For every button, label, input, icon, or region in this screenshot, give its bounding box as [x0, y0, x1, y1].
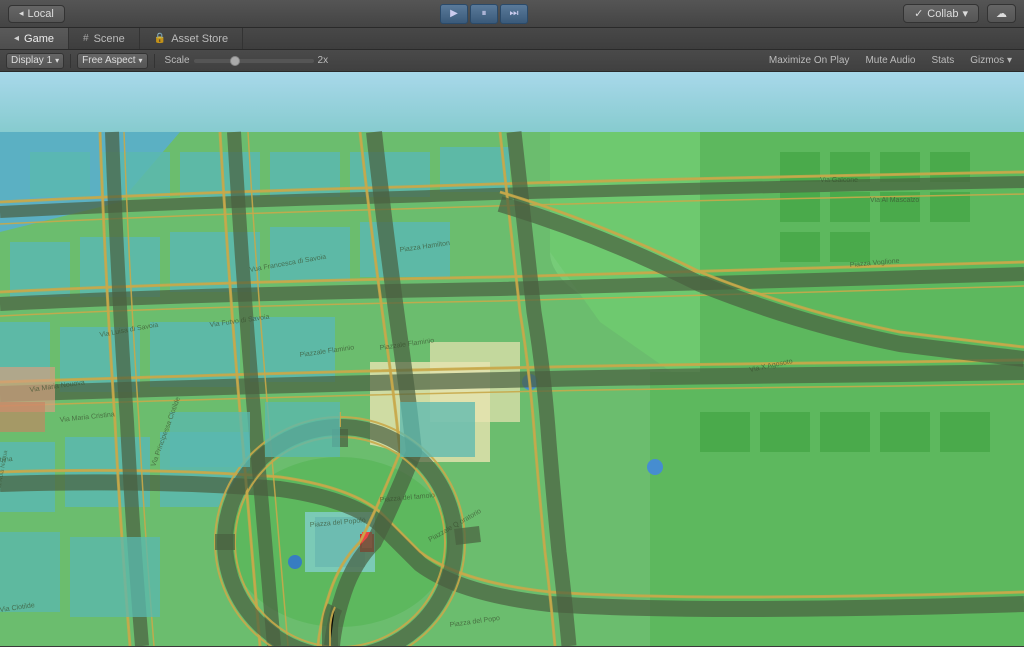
tab-scene[interactable]: # Scene — [69, 28, 140, 49]
tab-scene-label: Scene — [94, 33, 125, 45]
aspect-label: Free Aspect — [82, 55, 135, 66]
tab-bar: ◂ Game # Scene 🔒 Asset Store — [0, 28, 1024, 50]
local-button[interactable]: Local — [8, 5, 65, 23]
scale-slider-container — [194, 59, 314, 63]
cloud-icon: ☁ — [996, 8, 1007, 20]
stats-button[interactable]: Stats — [925, 53, 960, 69]
display-label: Display 1 — [11, 55, 52, 66]
maximize-on-play-label: Maximize On Play — [769, 55, 850, 66]
collab-check-icon: ✓ — [914, 7, 923, 20]
mute-audio-button[interactable]: Mute Audio — [859, 53, 921, 69]
display-select[interactable]: Display 1 — [6, 53, 64, 69]
scale-value: 2x — [318, 55, 329, 66]
map-svg: Via Maria Nouova Via Maria Cristina Via … — [0, 72, 1024, 646]
asset-store-tab-icon: 🔒 — [154, 33, 166, 44]
cloud-button[interactable]: ☁ — [987, 4, 1016, 23]
game-view: Via Maria Nouova Via Maria Cristina Via … — [0, 72, 1024, 646]
svg-text:Via Al Mascalzo: Via Al Mascalzo — [870, 197, 919, 204]
stats-label: Stats — [931, 55, 954, 66]
play-icon: ▶ — [450, 8, 458, 19]
collab-chevron-icon: ▾ — [962, 7, 968, 20]
gizmos-button[interactable]: Gizmos ▾ — [964, 53, 1018, 69]
top-toolbar: Local ▶ ⏸ ⏭ ✓ Collab ▾ ☁ — [0, 0, 1024, 28]
gizmos-label: Gizmos — [970, 55, 1004, 66]
maximize-on-play-button[interactable]: Maximize On Play — [763, 53, 856, 69]
map-canvas: Via Maria Nouova Via Maria Cristina Via … — [0, 72, 1024, 646]
tab-game-label: Game — [24, 33, 54, 45]
step-button[interactable]: ⏭ — [500, 4, 528, 24]
scale-slider[interactable] — [194, 59, 314, 63]
collab-label: Collab — [927, 8, 958, 20]
scale-slider-thumb — [230, 56, 240, 66]
view-toolbar: Display 1 Free Aspect Scale 2x Maximize … — [0, 50, 1024, 72]
tab-asset-store[interactable]: 🔒 Asset Store — [140, 28, 243, 49]
svg-text:Via Galcone: Via Galcone — [820, 177, 858, 184]
local-label: Local — [28, 8, 54, 20]
pause-button[interactable]: ⏸ — [470, 4, 498, 24]
step-icon: ⏭ — [509, 8, 518, 19]
play-button[interactable]: ▶ — [440, 4, 468, 24]
mute-audio-label: Mute Audio — [865, 55, 915, 66]
pause-icon: ⏸ — [481, 8, 486, 19]
scene-tab-icon: # — [83, 33, 89, 44]
play-controls: ▶ ⏸ ⏭ — [440, 4, 528, 24]
game-tab-icon: ◂ — [14, 33, 19, 44]
scale-label: Scale — [165, 55, 190, 66]
aspect-select[interactable]: Free Aspect — [77, 53, 147, 69]
toolbar-separator-1 — [70, 54, 71, 68]
tab-asset-store-label: Asset Store — [171, 33, 228, 45]
toolbar-separator-2 — [154, 54, 155, 68]
collab-button[interactable]: ✓ Collab ▾ — [903, 4, 979, 23]
gizmos-chevron-icon: ▾ — [1007, 55, 1012, 66]
tab-game[interactable]: ◂ Game — [0, 28, 69, 49]
